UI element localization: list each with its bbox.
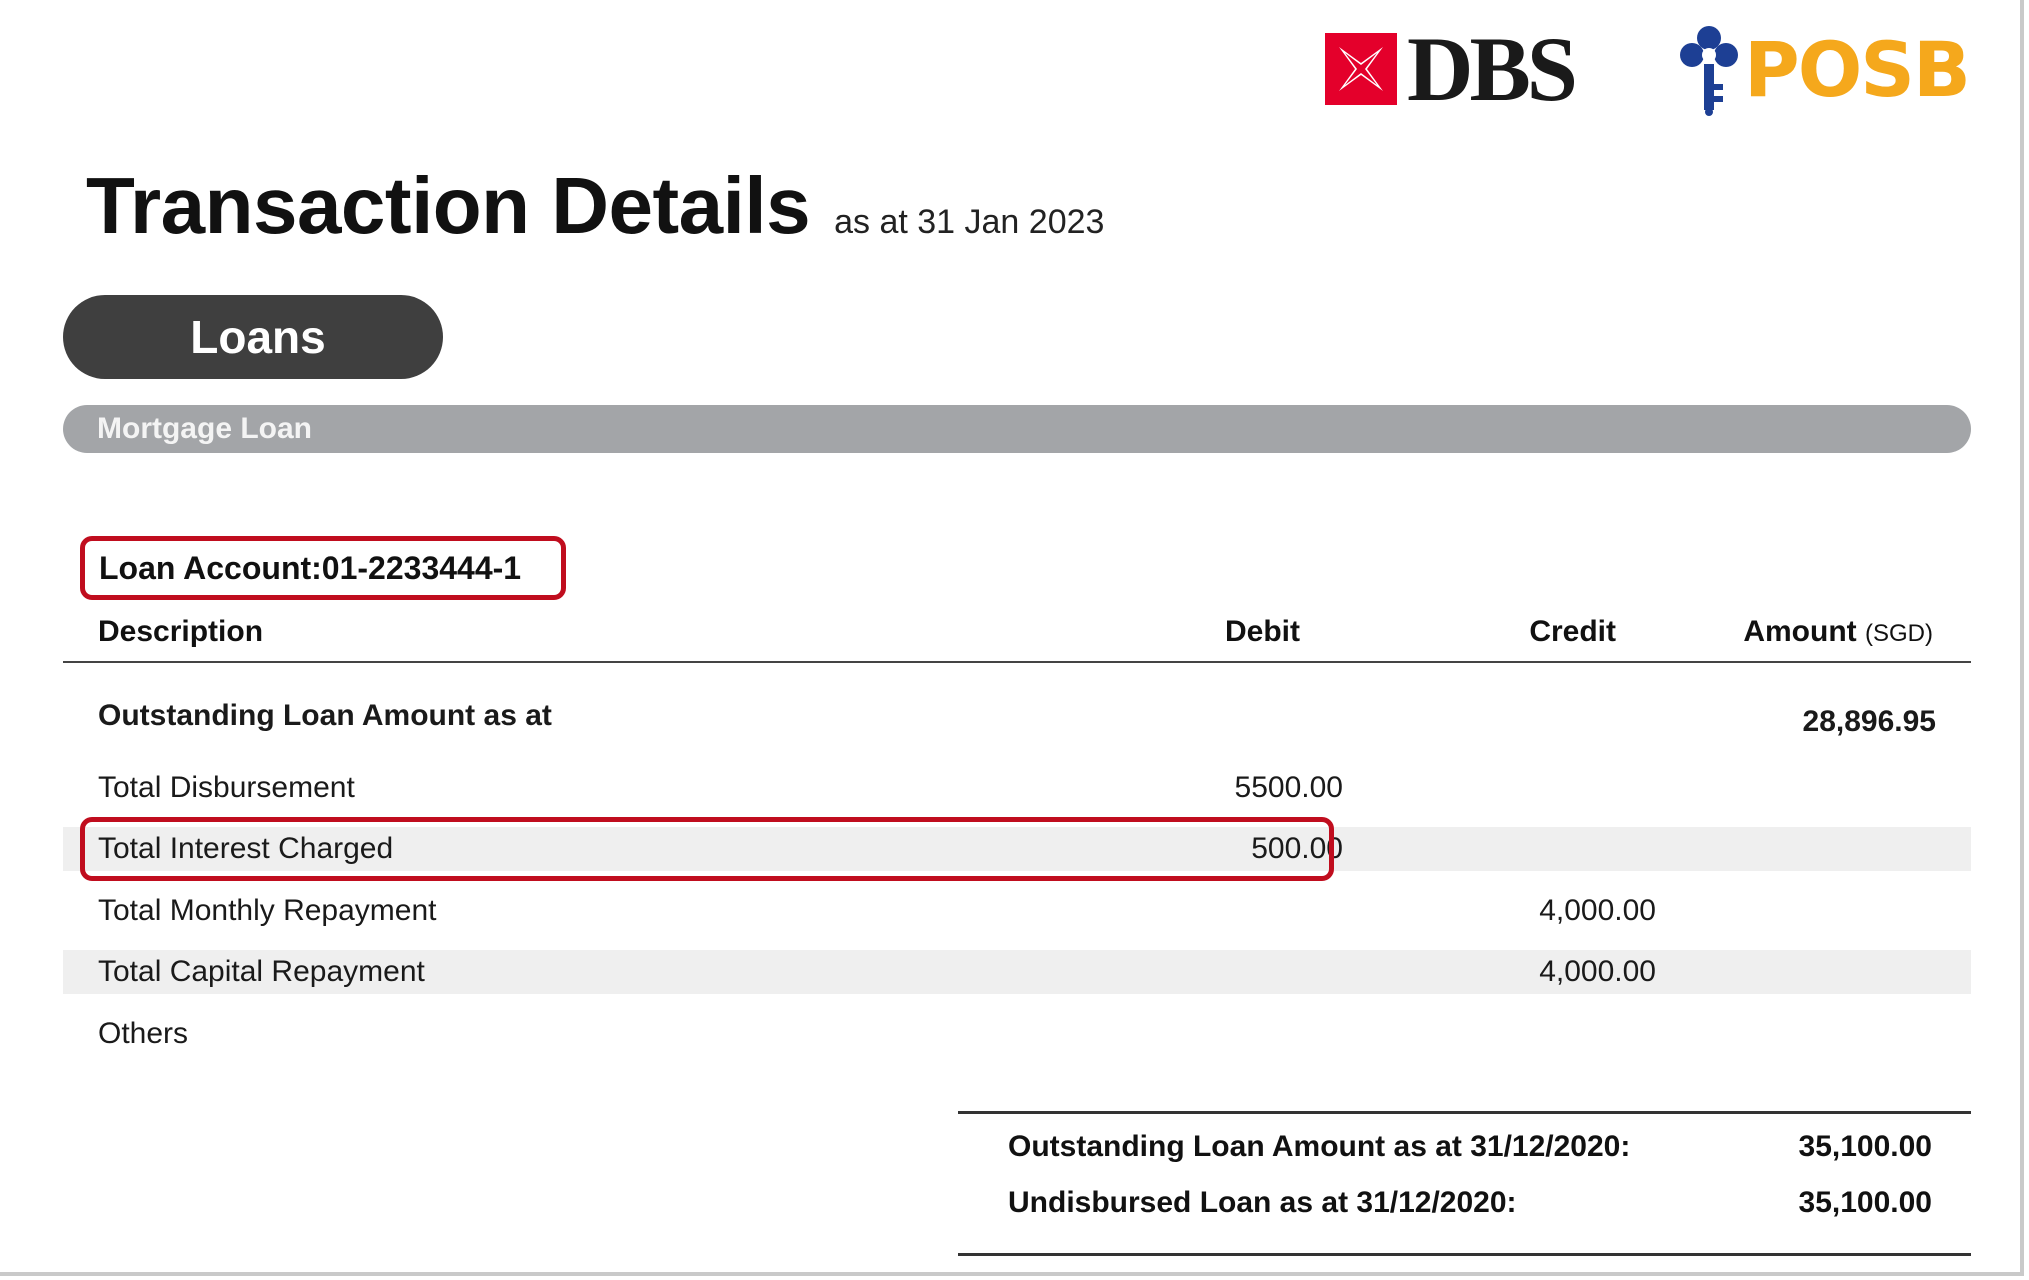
table-row-capital-repayment: Total Capital Repayment 4,000.00 xyxy=(63,950,1971,994)
header-credit: Credit xyxy=(1529,615,1616,648)
row-description: Total Capital Repayment xyxy=(98,955,425,988)
title-row: Transaction Details as at 31 Jan 2023 xyxy=(86,160,1104,252)
loans-section-tab: Loans xyxy=(63,295,443,379)
table-row-monthly-repayment: Total Monthly Repayment 4,000.00 xyxy=(63,889,1971,933)
as-at-date: as at 31 Jan 2023 xyxy=(834,203,1105,241)
row-description: Total Disbursement xyxy=(98,771,355,804)
loan-account-highlight: Loan Account:01-2233444-1 xyxy=(80,536,566,600)
posb-logo: POSB xyxy=(1678,24,1971,116)
dbs-wordmark: DBS xyxy=(1407,18,1578,120)
mortgage-loan-label: Mortgage Loan xyxy=(97,412,312,445)
row-credit: 4,000.00 xyxy=(1539,894,1656,927)
table-row-disbursement: Total Disbursement 5500.00 xyxy=(63,766,1971,810)
row-credit: 4,000.00 xyxy=(1539,955,1656,988)
row-description: Others xyxy=(98,1017,189,1050)
summary-divider-bottom xyxy=(958,1253,1971,1256)
summary-outstanding-label: Outstanding Loan Amount as at 31/12/2020… xyxy=(1008,1130,1631,1163)
loan-account-number: Loan Account:01-2233444-1 xyxy=(99,549,522,586)
posb-key-icon xyxy=(1680,26,1738,116)
header-description: Description xyxy=(98,615,264,648)
dbs-star-icon xyxy=(1325,33,1397,105)
header-amount-label: Amount xyxy=(1743,615,1857,648)
summary-undisbursed-value: 35,100.00 xyxy=(1798,1186,1932,1219)
table-row-outstanding: Outstanding Loan Amount as at 28,896.95 xyxy=(63,694,1971,738)
posb-wordmark: POSB xyxy=(1744,25,1971,114)
row-debit: 5500.00 xyxy=(1234,771,1343,804)
header-divider xyxy=(63,661,1971,663)
row-description: Outstanding Loan Amount as at xyxy=(98,699,552,732)
summary-outstanding-value: 35,100.00 xyxy=(1798,1130,1932,1163)
header-amount: Amount (SGD) xyxy=(1743,615,1933,649)
row-debit: 500.00 xyxy=(1251,832,1343,865)
summary-undisbursed-label: Undisbursed Loan as at 31/12/2020: xyxy=(1008,1186,1517,1219)
page-title: Transaction Details xyxy=(86,161,811,250)
row-amount: 28,896.95 xyxy=(1802,705,1936,738)
table-row-interest: Total Interest Charged 500.00 xyxy=(63,827,1971,871)
header-amount-unit: (SGD) xyxy=(1865,620,1933,647)
row-description: Total Monthly Repayment xyxy=(98,894,437,927)
dbs-logo: DBS xyxy=(1325,23,1578,115)
loans-section-label: Loans xyxy=(190,311,326,363)
table-row-others: Others xyxy=(63,1012,1971,1056)
mortgage-loan-bar: Mortgage Loan xyxy=(63,405,1971,453)
summary-divider-top xyxy=(958,1111,1971,1114)
row-description: Total Interest Charged xyxy=(98,832,394,865)
header-debit: Debit xyxy=(1225,615,1300,648)
